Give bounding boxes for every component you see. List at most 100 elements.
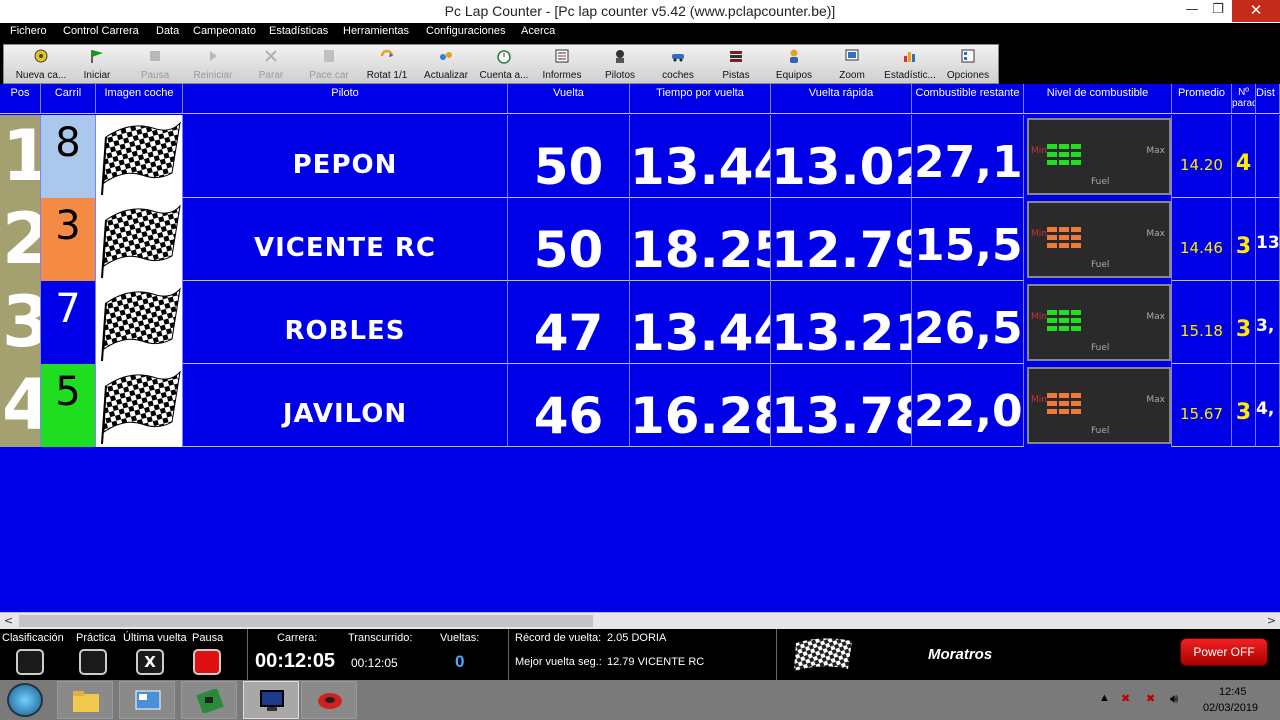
fuel-block (1071, 326, 1081, 331)
drivers-button[interactable]: Pilotos (591, 46, 649, 84)
network-icon[interactable]: ✖ (1121, 692, 1130, 705)
pause-button[interactable]: Pausa (126, 46, 184, 84)
column-header-pos[interactable]: Pos (0, 84, 41, 114)
statistics-button[interactable]: Estadístic... (881, 46, 939, 84)
cars-button[interactable]: coches (649, 46, 707, 84)
column-header-fast-lap[interactable]: Vuelta rápida (771, 84, 912, 114)
volume-icon[interactable]: 🔊︎ (1170, 691, 1178, 707)
column-header-dist[interactable]: Dist (1256, 84, 1280, 114)
fuel-block (1071, 318, 1081, 323)
pc-lap-counter-app[interactable] (243, 681, 299, 719)
pace-car-button[interactable]: Pace car (300, 46, 358, 84)
fuel-block (1059, 310, 1069, 315)
start-button[interactable] (7, 683, 43, 717)
rotate-button[interactable]: Rotat 1/1 (358, 46, 416, 84)
toolbar-label: Cuenta a... (479, 70, 529, 81)
tray-expand-icon[interactable]: ▲ (1099, 692, 1110, 704)
fuel-block (1059, 152, 1069, 157)
new-race-button[interactable]: Nueva ca... (12, 46, 70, 84)
fuel-block (1047, 393, 1057, 398)
column-header-lane[interactable]: Carril (41, 84, 96, 114)
pilot-cell: PEPON (183, 115, 508, 198)
fuel-left-cell: 15,5 (912, 198, 1024, 281)
fuel-block (1047, 409, 1057, 414)
zoom-icon (845, 49, 859, 61)
table-row[interactable]: 4 5 JAVILON 46 16.28 13.78 22,0 Min Max … (0, 364, 1280, 447)
menu-data[interactable]: Data (156, 25, 179, 37)
pause-status-button[interactable] (193, 649, 221, 675)
fuel-label: Fuel (1091, 426, 1110, 436)
refresh-button[interactable]: Actualizar (417, 46, 475, 84)
practice-label: Práctica (76, 632, 116, 644)
tracks-button[interactable]: Pistas (707, 46, 765, 84)
fuel-block (1047, 243, 1057, 248)
column-header-lap-time[interactable]: Tiempo por vuelta (630, 84, 771, 114)
fuel-block (1071, 160, 1081, 165)
practice-button[interactable] (79, 649, 107, 675)
menu-fichero[interactable]: Fichero (10, 25, 47, 37)
laps-cell: 46 (508, 364, 630, 447)
scroll-thumb[interactable] (19, 615, 593, 627)
menu-control-carrera[interactable]: Control Carrera (63, 25, 139, 37)
maximize-button[interactable]: ❐ (1200, 0, 1236, 22)
power-off-button[interactable]: Power OFF (1180, 638, 1268, 666)
start-flag-icon (91, 50, 103, 63)
column-header-stops[interactable]: Nº parada (1232, 84, 1256, 114)
clock-time[interactable]: 12:45 (1219, 686, 1247, 698)
toolbar-label: Pistas (722, 70, 750, 81)
menu-acerca[interactable]: Acerca (521, 25, 555, 37)
column-header-laps[interactable]: Vuelta (508, 84, 630, 114)
column-header-pilot[interactable]: Piloto (183, 84, 508, 114)
fuel-block (1071, 310, 1081, 315)
control-panel-app[interactable] (119, 681, 175, 719)
menu-configuraciones[interactable]: Configuraciones (426, 25, 506, 37)
clock-date[interactable]: 02/03/2019 (1203, 702, 1258, 714)
fuel-block (1059, 144, 1069, 149)
menu-estadisticas[interactable]: Estadísticas (269, 25, 328, 37)
column-header-car-image[interactable]: Imagen coche (96, 84, 183, 114)
zoom-button[interactable]: Zoom (823, 46, 881, 84)
laps-cell: 50 (508, 115, 630, 198)
fuel-block (1059, 243, 1069, 248)
fast-lap-cell: 12.79 (771, 198, 912, 281)
race-car-app[interactable] (301, 681, 357, 719)
scroll-left-icon[interactable]: < (0, 613, 17, 629)
column-header-average[interactable]: Promedio (1172, 84, 1232, 114)
fuel-block (1059, 318, 1069, 323)
dist-cell: 4, (1256, 364, 1280, 447)
average-cell: 15.67 (1172, 364, 1232, 447)
circuit-board-app[interactable] (181, 681, 237, 719)
fuel-left-cell: 26,5 (912, 281, 1024, 364)
column-header-fuel-level[interactable]: Nivel de combustible (1024, 84, 1172, 114)
toolbar-label: Zoom (839, 70, 865, 81)
scroll-right-icon[interactable]: > (1263, 613, 1280, 629)
start-button[interactable]: Iniciar (68, 46, 126, 84)
fuel-gauge: Min Max Fuel (1024, 115, 1172, 198)
action-center-icon[interactable]: ✖ (1146, 692, 1155, 705)
table-row[interactable]: 2 3 VICENTE RC 50 18.25 12.79 15,5 Min M… (0, 198, 1280, 281)
horizontal-scrollbar[interactable]: < > (0, 612, 1280, 629)
column-header-fuel-left[interactable]: Combustible restante (912, 84, 1024, 114)
fuel-gauge: Min Max Fuel (1024, 198, 1172, 281)
file-explorer-app[interactable] (57, 681, 113, 719)
checkered-flag-icon (96, 198, 183, 281)
table-row[interactable]: 3 7 ROBLES 47 13.44 13.21 26,5 Min Max F… (0, 281, 1280, 364)
teams-button[interactable]: Equipos (765, 46, 823, 84)
fuel-block (1071, 144, 1081, 149)
restart-button[interactable]: Reiniciar (184, 46, 242, 84)
reports-button[interactable]: Informes (533, 46, 591, 84)
table-row[interactable]: 1 8 PEPON 50 13.44 13.02 27,1 Min Max Fu… (0, 115, 1280, 198)
qualifying-label: Clasificación (2, 632, 64, 644)
options-button[interactable]: Opciones (939, 46, 997, 84)
toolbar-label: Actualizar (424, 70, 468, 81)
qualifying-button[interactable] (16, 649, 44, 675)
menu-herramientas[interactable]: Herramientas (343, 25, 409, 37)
menu-campeonato[interactable]: Campeonato (193, 25, 256, 37)
countdown-button[interactable]: Cuenta a... (475, 46, 533, 84)
close-button[interactable]: ✕ (1232, 0, 1280, 22)
fuel-label: Fuel (1091, 260, 1110, 270)
taskbar: ▲ ✖ ✖ 🔊︎ 12:45 02/03/2019 (0, 680, 1280, 720)
fuel-block (1059, 401, 1069, 406)
last-lap-button[interactable]: X (136, 649, 164, 675)
stop-button[interactable]: Parar (242, 46, 300, 84)
